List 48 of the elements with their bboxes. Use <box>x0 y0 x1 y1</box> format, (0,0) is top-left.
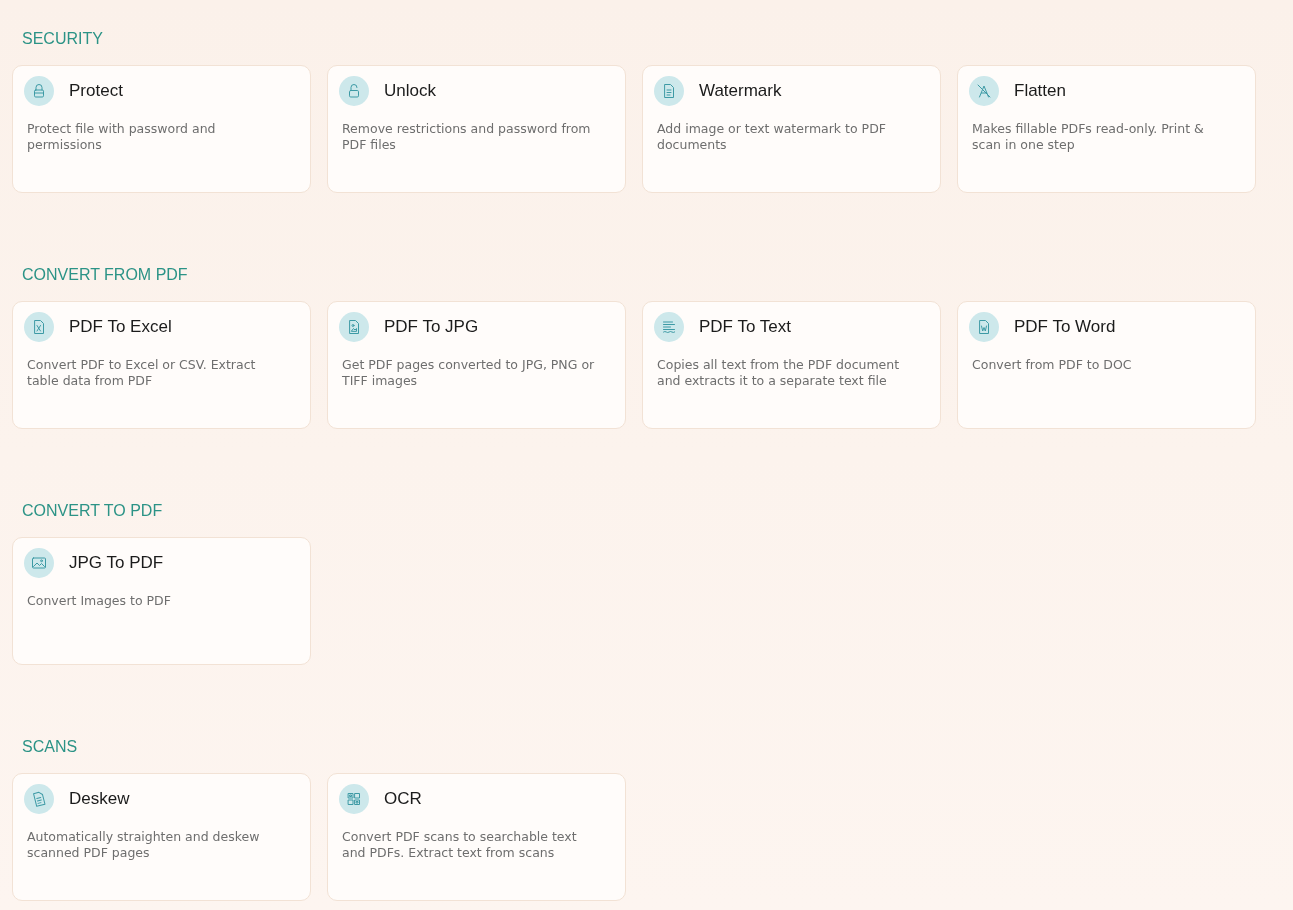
w-document-icon <box>969 312 999 342</box>
tilted-document-icon <box>24 784 54 814</box>
tool-title: Watermark <box>699 80 782 102</box>
tool-title: PDF To Text <box>699 316 791 338</box>
section-heading: SECURITY <box>22 29 103 49</box>
section-heading: CONVERT TO PDF <box>22 501 163 521</box>
x-document-icon <box>24 312 54 342</box>
tool-card[interactable]: PDF To Text Copies all text from the PDF document and extracts it to a separate text file <box>642 301 941 429</box>
tool-description: Copies all text from the PDF document and extracts it to a separate text file <box>657 357 901 389</box>
tool-description: Makes fillable PDFs read-only. Print & scan in one step <box>972 121 1205 153</box>
tool-description: Automatically straighten and deskew scanned PDF pages <box>27 829 261 861</box>
image-icon <box>24 548 54 578</box>
tool-card[interactable]: Protect Protect file with password and permissions <box>12 65 311 193</box>
tool-description: Convert Images to PDF <box>27 593 172 609</box>
tool-title: JPG To PDF <box>69 552 164 574</box>
tool-title: PDF To JPG <box>384 316 479 338</box>
tool-card[interactable]: PDF To Word Convert from PDF to DOC <box>957 301 1256 429</box>
tool-description: Convert PDF scans to searchable text and PDFs. Extract text from scans <box>342 829 578 861</box>
square-grid-icon <box>339 784 369 814</box>
tool-title: PDF To Word <box>1014 316 1116 338</box>
tool-card[interactable]: Unlock Remove restrictions and password from PDF files <box>327 65 626 193</box>
tool-description: Protect file with password and permissions <box>27 121 217 153</box>
tool-title: Deskew <box>69 788 130 810</box>
lock-icon <box>24 76 54 106</box>
tool-title: Unlock <box>384 80 436 102</box>
tool-card[interactable]: OCR Convert PDF scans to searchable text and PDFs. Extract text from scans <box>327 773 626 901</box>
tool-card[interactable]: JPG To PDF Convert Images to PDF <box>12 537 311 665</box>
tool-title: OCR <box>384 788 422 810</box>
tool-description: Convert from PDF to DOC <box>972 357 1133 373</box>
text-lines-icon <box>654 312 684 342</box>
tool-description: Convert PDF to Excel or CSV. Extract table data from PDF <box>27 357 257 389</box>
tool-card[interactable]: Watermark Add image or text watermark to PDF documents <box>642 65 941 193</box>
tool-card[interactable]: PDF To JPG Get PDF pages converted to JPG, PNG or TIFF images <box>327 301 626 429</box>
tool-description: Add image or text watermark to PDF documents <box>657 121 887 153</box>
tool-title: PDF To Excel <box>69 316 172 338</box>
tool-description: Remove restrictions and password from PDF files <box>342 121 592 153</box>
tool-title: Protect <box>69 80 123 102</box>
section-heading: SCANS <box>22 737 78 757</box>
image-document-icon <box>339 312 369 342</box>
section-heading: CONVERT FROM PDF <box>22 265 188 285</box>
tool-title: Flatten <box>1014 80 1066 102</box>
crossed-letter-icon <box>969 76 999 106</box>
unlocked-lock-icon <box>339 76 369 106</box>
tool-card[interactable]: Flatten Makes fillable PDFs read-only. Print & scan in one step <box>957 65 1256 193</box>
document-icon <box>654 76 684 106</box>
tool-card[interactable]: PDF To Excel Convert PDF to Excel or CSV. Extract table data from PDF <box>12 301 311 429</box>
tool-description: Get PDF pages converted to JPG, PNG or TIFF images <box>342 357 596 389</box>
tool-card[interactable]: Deskew Automatically straighten and deskew scanned PDF pages <box>12 773 311 901</box>
